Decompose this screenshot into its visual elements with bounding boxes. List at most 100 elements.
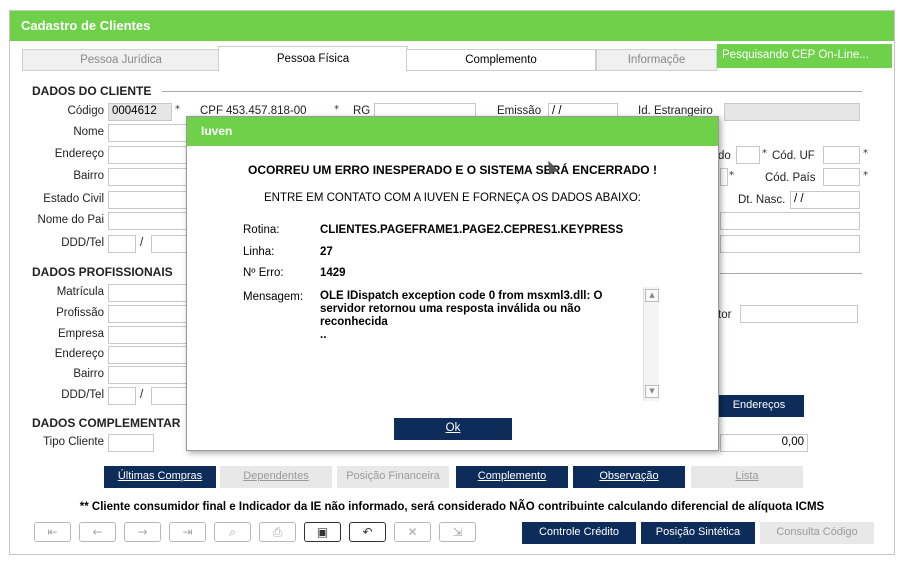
cod-pais-label: Cód. País — [765, 172, 816, 184]
cod-uf-field[interactable] — [823, 146, 860, 164]
nome-pai-label: Nome do Pai — [37, 214, 104, 226]
cep-status-badge: Pesquisando CEP On-Line... — [717, 44, 892, 68]
ultimas-compras-label: Últimas Compras — [117, 470, 203, 482]
required-marker: * — [175, 104, 180, 115]
linha-value: 27 — [320, 246, 333, 258]
observacao-button[interactable]: Observação — [573, 466, 685, 488]
required-marker: * — [863, 148, 868, 159]
last-record-icon[interactable]: ⇥ — [169, 522, 206, 542]
scroll-down-icon[interactable]: ▼ — [645, 385, 659, 398]
undo-icon[interactable]: ↶ — [349, 522, 386, 542]
estado-label: do — [718, 150, 731, 162]
next-record-icon[interactable]: → — [124, 522, 161, 542]
dialog-heading: OCORREU UM ERRO INESPERADO E O SISTEMA S… — [248, 163, 657, 177]
email-field[interactable] — [720, 235, 860, 253]
posicao-sintetica-button[interactable]: Posição Sintética — [641, 522, 755, 544]
ddd-tel-label: DDD/Tel — [61, 237, 104, 249]
endereco-label: Endereço — [54, 148, 104, 160]
empresa-field[interactable] — [108, 326, 188, 344]
codigo-label: Código — [67, 105, 104, 117]
save-icon[interactable]: ▣ — [304, 522, 341, 542]
prof-ddd-field[interactable] — [108, 387, 136, 405]
prof-tel-field[interactable] — [151, 387, 188, 405]
rotina-label: Rotina: — [243, 224, 280, 236]
dt-nasc-label: Dt. Nasc. — [738, 194, 786, 206]
nome-field[interactable] — [108, 124, 188, 142]
estado-civil-field[interactable] — [108, 191, 188, 209]
posicao-financeira-button[interactable]: Posição Financeira — [337, 466, 449, 488]
empresa-label: Empresa — [57, 328, 104, 340]
rotina-value: CLIENTES.PAGEFRAME1.PAGE2.CEPRES1.KEYPRE… — [320, 224, 624, 236]
prof-tel-separator: / — [140, 389, 144, 401]
ddd-field[interactable] — [108, 235, 136, 253]
search-icon[interactable]: ⌕ — [214, 522, 251, 542]
ultimas-compras-button[interactable]: Últimas Compras — [104, 466, 216, 488]
required-marker: * — [863, 170, 868, 181]
erro-label: Nº Erro: — [243, 267, 284, 279]
linha-label: Linha: — [243, 246, 275, 258]
prof-bairro-label: Bairro — [73, 368, 104, 380]
dependentes-button[interactable]: Dependentes — [220, 466, 332, 488]
cod-pais-field[interactable] — [823, 168, 860, 186]
bairro-label: Bairro — [73, 170, 104, 182]
nome-mae-field[interactable] — [720, 212, 860, 230]
tipo-cliente-field[interactable] — [108, 434, 154, 452]
prof-endereco-label: Endereço — [54, 348, 104, 360]
dialog-subheading: ENTRE EM CONTATO COM A IUVEN E FORNEÇA O… — [263, 192, 641, 204]
dependentes-label: Dependentes — [243, 470, 309, 482]
print-icon[interactable]: ⎙ — [259, 522, 296, 542]
tab-pessoa-juridica[interactable]: Pessoa Jurídica — [22, 49, 220, 71]
complemento-button[interactable]: Complemento — [456, 466, 568, 488]
exit-icon[interactable]: ⇲ — [439, 522, 476, 542]
section-dados-complementar: DADOS COMPLEMENTAR — [32, 416, 181, 430]
matricula-field[interactable] — [108, 284, 188, 302]
prof-ddd-tel-label: DDD/Tel — [61, 389, 104, 401]
ok-button[interactable]: Ok — [394, 418, 512, 440]
prof-endereco-field[interactable] — [108, 346, 188, 364]
codigo-field[interactable]: 0004612 — [108, 103, 172, 121]
section-divider — [162, 91, 862, 92]
setor-field[interactable] — [740, 305, 858, 323]
section-dados-profissionais: DADOS PROFISSIONAIS — [32, 265, 173, 279]
tipo-cliente-label: Tipo Cliente — [43, 436, 104, 448]
scroll-up-icon[interactable]: ▲ — [645, 289, 659, 302]
section-dados-cliente: DADOS DO CLIENTE — [32, 84, 152, 98]
tab-informacoes[interactable]: Informaçõe — [596, 49, 717, 71]
setor-label: tor — [718, 309, 732, 321]
ok-label: Ok — [445, 422, 461, 434]
prof-bairro-field[interactable] — [108, 366, 188, 384]
enderecos-button[interactable]: Endereços — [714, 395, 804, 417]
tab-pessoa-fisica[interactable]: Pessoa Física — [218, 46, 408, 72]
window-title: Cadastro de Clientes — [10, 11, 894, 41]
profissao-label: Profissão — [56, 307, 104, 319]
estado-field[interactable] — [736, 146, 760, 164]
dialog-title: Iuven — [187, 117, 718, 146]
limite-credito-field[interactable]: 0,00 — [720, 434, 808, 452]
icms-notice: ** Cliente consumidor final e Indicador … — [79, 501, 825, 513]
nome-label: Nome — [73, 126, 104, 138]
matricula-label: Matrícula — [56, 286, 104, 298]
message-scrollbar[interactable]: ▲ ▼ — [643, 287, 659, 401]
dt-nasc-field[interactable]: / / — [790, 191, 860, 209]
cancel-icon[interactable]: ✕ — [394, 522, 431, 542]
tab-complemento[interactable]: Complemento — [406, 49, 596, 71]
posicao-financeira-label: Posição Financeira — [346, 470, 440, 482]
required-marker: * — [762, 148, 767, 159]
bairro-field[interactable] — [108, 168, 188, 186]
id-estrangeiro-field[interactable] — [724, 103, 860, 121]
estado-civil-label: Estado Civil — [43, 193, 104, 205]
lista-label: Lista — [735, 470, 759, 482]
endereco-field[interactable] — [108, 146, 188, 164]
tel-separator: / — [140, 237, 144, 249]
profissao-field[interactable] — [108, 305, 188, 323]
tel-field[interactable] — [151, 235, 188, 253]
controle-credito-button[interactable]: Controle Crédito — [522, 522, 636, 544]
consulta-codigo-button[interactable]: Consulta Código — [760, 522, 874, 544]
lista-button[interactable]: Lista — [691, 466, 803, 488]
previous-record-icon[interactable]: ← — [79, 522, 116, 542]
cidade-field[interactable] — [720, 168, 728, 186]
nome-pai-field[interactable] — [108, 212, 188, 230]
first-record-icon[interactable]: ⇤ — [34, 522, 71, 542]
cod-uf-label: Cód. UF — [772, 150, 815, 162]
mensagem-textarea[interactable]: OLE IDispatch exception code 0 from msxm… — [320, 290, 638, 402]
